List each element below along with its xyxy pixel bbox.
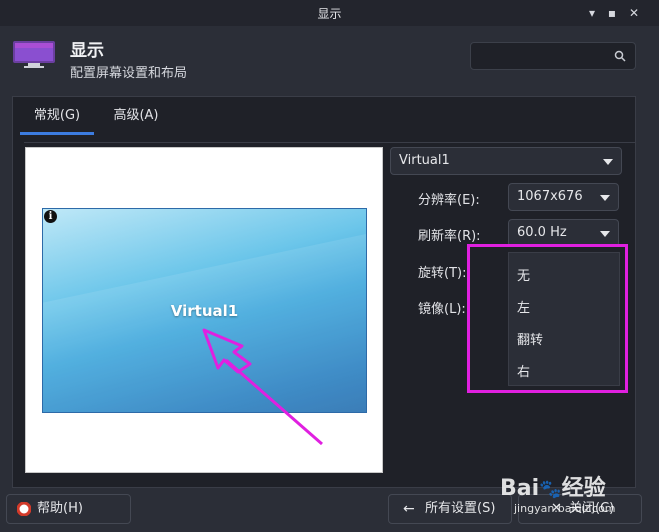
help-icon — [17, 502, 31, 516]
arrow-left-icon: ← — [403, 501, 415, 517]
all-settings-button[interactable]: ← 所有设置(S) — [388, 494, 512, 524]
minimize-icon[interactable]: ▾ — [584, 5, 600, 21]
refresh-select[interactable]: 60.0 Hz — [508, 219, 619, 247]
tab-advanced[interactable]: 高级(A) — [106, 104, 166, 132]
search-input[interactable] — [470, 42, 636, 70]
maximize-icon[interactable]: ▪ — [604, 5, 620, 21]
display-select-value: Virtual1 — [399, 153, 450, 168]
info-icon[interactable]: i — [44, 210, 57, 223]
app-subtitle: 配置屏幕设置和布局 — [70, 66, 188, 81]
all-settings-label: 所有设置(S) — [425, 501, 496, 516]
display-select[interactable]: Virtual1 — [390, 147, 622, 175]
tab-general[interactable]: 常规(G) — [20, 104, 94, 135]
window-title: 显示 — [317, 7, 342, 21]
mirror-label: 镜像(L): — [418, 302, 466, 317]
refresh-label: 刷新率(R): — [418, 229, 481, 244]
resolution-label: 分辨率(E): — [418, 193, 480, 208]
chevron-down-icon — [600, 231, 610, 237]
search-icon — [614, 50, 626, 62]
paw-icon: 🐾 — [539, 479, 562, 500]
baidu-watermark: Bai🐾经验 — [500, 470, 606, 502]
resolution-select[interactable]: 1067x676 — [508, 183, 619, 211]
close-icon[interactable]: ✕ — [626, 5, 642, 21]
refresh-value: 60.0 Hz — [517, 225, 567, 240]
watermark-url: jingyan.baidu.com — [514, 502, 616, 515]
watermark-brand2: 经验 — [561, 476, 606, 501]
resolution-value: 1067x676 — [517, 189, 583, 204]
display-preview-label: Virtual1 — [170, 302, 239, 320]
help-button[interactable]: 帮助(H) — [6, 494, 131, 524]
annotation-highlight-box — [467, 244, 628, 393]
annotation-arrow — [202, 328, 323, 446]
monitor-icon — [13, 41, 55, 68]
window-titlebar: 显示 ▾ ▪ ✕ — [0, 0, 659, 26]
help-label: 帮助(H) — [37, 501, 83, 516]
rotation-label: 旋转(T): — [418, 266, 467, 281]
app-title: 显示 — [70, 41, 104, 61]
watermark-brand: Bai — [500, 476, 540, 501]
chevron-down-icon — [600, 195, 610, 201]
app-header: 显示 配置屏幕设置和布局 — [0, 26, 659, 90]
chevron-down-icon — [603, 159, 613, 165]
